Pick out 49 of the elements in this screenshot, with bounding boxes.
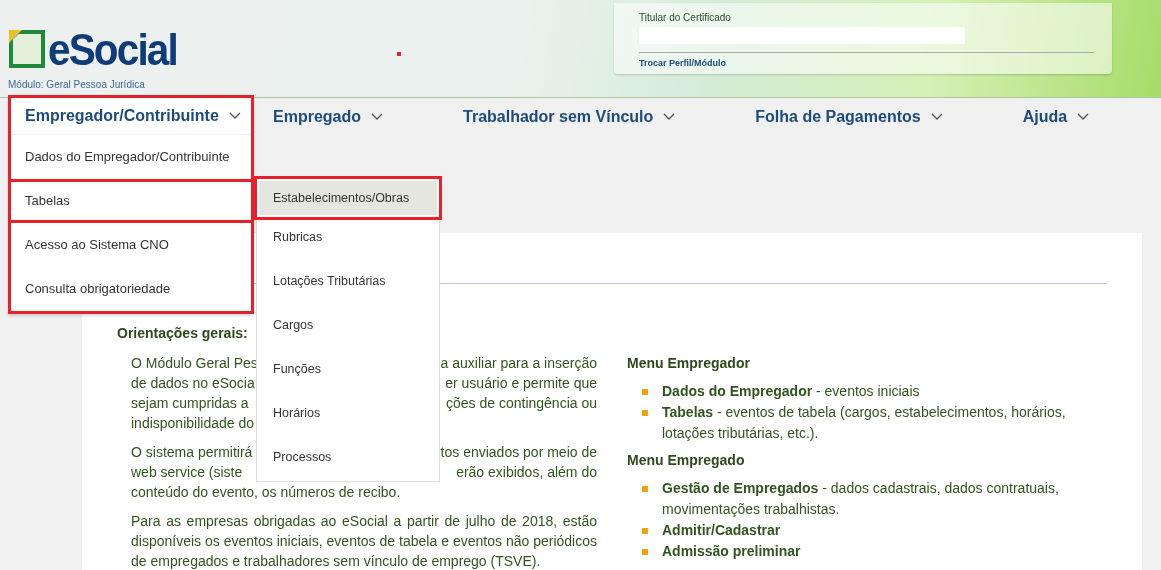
dropdown-item[interactable]: Acesso ao Sistema CNO — [11, 223, 251, 267]
nav-menu-item[interactable]: Folha de Pagamentos — [735, 98, 963, 135]
logo-text[interactable]: eSocial — [48, 30, 177, 70]
nav-menu-item[interactable]: Empregador/Contribuinte — [11, 98, 251, 135]
paragraph-text: de dados no eSocia — [131, 374, 255, 393]
paragraph-text: tos enviados por meio de — [440, 443, 597, 462]
submenu-item[interactable]: Cargos — [257, 305, 439, 349]
paragraph-text: indisponibilidade do — [131, 414, 254, 433]
list-item-text: Admissão preliminar — [662, 542, 801, 561]
chevron-down-icon — [930, 112, 943, 121]
dropdown-item[interactable]: Consulta obrigatoriedade — [11, 267, 251, 311]
paragraph-text: sejam cumpridas a — [131, 394, 249, 413]
dropdown-item[interactable]: Tabelas — [8, 179, 254, 223]
submenu-item[interactable]: Horários — [257, 393, 439, 437]
submenu-item[interactable]: Lotações Tributárias — [257, 261, 439, 305]
bullet-icon — [642, 410, 648, 416]
paragraph-text: erão exibidos, além do — [456, 463, 597, 482]
paragraph-text: er usuário e permite que — [445, 374, 597, 393]
paragraph-text: ções de contingência ou — [446, 394, 597, 413]
switch-profile-link[interactable]: Trocar Perfil/Módulo — [639, 58, 1112, 68]
list-item-text: Gestão de Empregados - dados cadastrais, dados contratuais, movimentações trabalhistas. — [662, 479, 1060, 519]
chevron-down-icon — [663, 112, 676, 121]
nav-menu-item[interactable]: Trabalhador sem Vínculo — [443, 98, 696, 135]
submenu-item[interactable]: Rubricas — [257, 217, 439, 261]
chevron-down-icon — [1077, 112, 1090, 121]
list-item-text: Dados do Empregador - eventos iniciais — [662, 382, 920, 401]
nav-menu-item[interactable]: Empregado — [253, 98, 403, 135]
bullet-icon — [642, 549, 648, 555]
bullet-icon — [642, 389, 648, 395]
chevron-down-icon — [371, 112, 383, 121]
list-item-text: Tabelas - eventos de tabela (cargos, estabelecimentos, horários, lotações tributárias, etc.). — [662, 403, 1067, 443]
section-heading: Menu Empregador — [627, 355, 750, 371]
submenu-item[interactable]: Funções — [257, 349, 439, 393]
bullet-icon — [642, 528, 648, 534]
bullet-icon — [642, 486, 648, 492]
paragraph-text: O sistema permitirá — [131, 443, 253, 462]
nav-menu-item[interactable]: Ajuda — [1002, 98, 1110, 135]
paragraph-text: web service (siste — [131, 463, 243, 482]
list-item-text: Admitir/Cadastrar — [662, 521, 781, 540]
certificate-label: Titular do Certificado — [639, 12, 732, 23]
submenu-item[interactable]: Processos — [257, 437, 439, 481]
paragraph-text: a auxiliar para a inserção — [440, 354, 597, 373]
paragraph-text: Para as empresas obrigadas ao eSocial a partir de julho de 2018, estão disponíveis os eventos iniciais, eventos de tabela e eventos não periódicos de empregados e trabalhadores sem vínculo de emprego (TSVE). — [131, 512, 597, 570]
module-label: Módulo: Geral Pessoa Jurídica — [8, 79, 146, 90]
dropdown-item[interactable]: Dados do Empregador/Contribuinte — [11, 135, 251, 179]
section-heading: Menu Empregado — [627, 452, 745, 468]
paragraph-text: conteúdo do evento, os números de recibo. — [131, 483, 401, 502]
section-heading: Orientações gerais: — [117, 325, 248, 341]
chevron-down-icon — [228, 112, 241, 120]
